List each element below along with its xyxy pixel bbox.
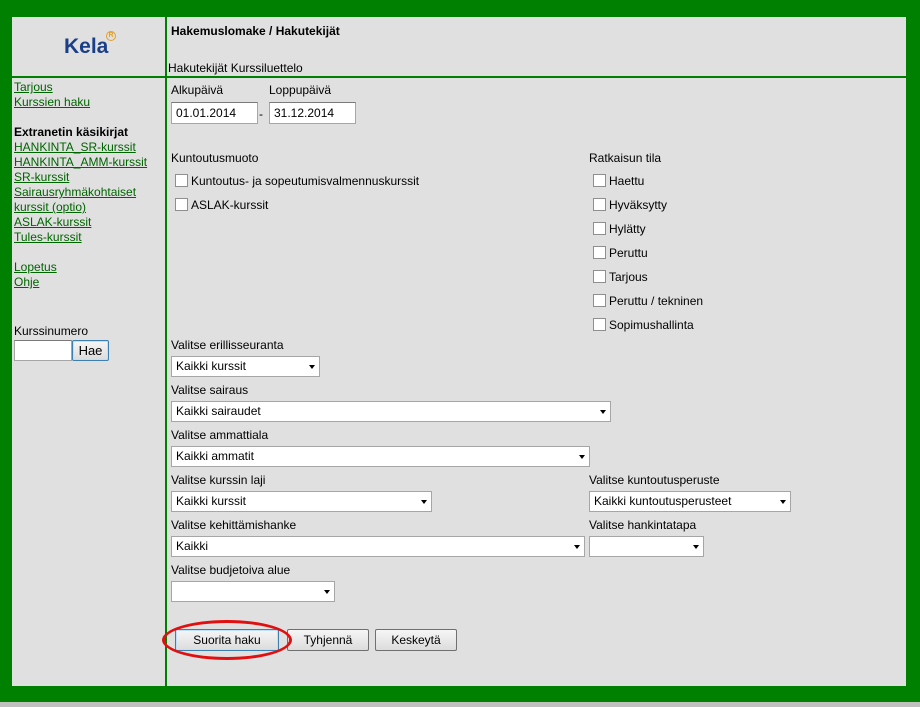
sidebar-link-hankinta-amm[interactable]: HANKINTA_AMM-kurssit (14, 155, 147, 169)
course-type-select[interactable]: Kaikki kurssit (171, 491, 432, 512)
registered-icon: R (106, 31, 116, 41)
chevron-down-icon (309, 365, 315, 369)
start-date-input[interactable] (171, 102, 258, 124)
date-separator: - (259, 107, 263, 121)
budget-select[interactable] (171, 581, 335, 602)
checkbox-sopimushallinta[interactable] (593, 318, 606, 331)
sidebar-link-aslak[interactable]: ASLAK-kurssit (14, 215, 91, 229)
sidebar-heading-manuals: Extranetin käsikirjat (14, 125, 129, 139)
search-button[interactable]: Suorita haku (175, 629, 279, 651)
chevron-down-icon (574, 545, 580, 549)
sidebar-link-sairausryhma-optio[interactable]: kurssit (optio) (14, 200, 86, 214)
start-date-label: Alkupäivä (171, 83, 224, 97)
decision-state-label: Ratkaisun tila (589, 151, 662, 165)
checkbox-sopimushallinta-label: Sopimushallinta (609, 318, 694, 332)
followup-value: Kaikki kurssit (176, 359, 247, 373)
checkbox-kuntoutus-label: Kuntoutus- ja sopeutumisvalmennuskurssit (191, 174, 420, 188)
illness-select[interactable]: Kaikki sairaudet (171, 401, 611, 422)
checkbox-peruttu[interactable] (593, 246, 606, 259)
course-type-value: Kaikki kurssit (176, 494, 247, 508)
sidebar-link-kurssien-haku[interactable]: Kurssien haku (14, 95, 90, 109)
sidebar-link-hankinta-sr[interactable]: HANKINTA_SR-kurssit (14, 140, 136, 154)
checkbox-aslak[interactable] (175, 198, 188, 211)
sidebar-link-lopetus[interactable]: Lopetus (14, 260, 57, 274)
end-date-input[interactable] (269, 102, 356, 124)
bottom-strip (0, 702, 920, 707)
course-number-input[interactable] (14, 340, 72, 361)
chevron-down-icon (579, 455, 585, 459)
clear-button[interactable]: Tyhjennä (287, 629, 369, 651)
checkbox-hylatty[interactable] (593, 222, 606, 235)
procurement-select[interactable] (589, 536, 704, 557)
hae-button[interactable]: Hae (72, 340, 109, 361)
profession-value: Kaikki ammatit (176, 449, 255, 463)
chevron-down-icon (600, 410, 606, 414)
budget-label: Valitse budjetoiva alue (171, 563, 291, 577)
search-form: Alkupäivä Loppupäivä - Kuntoutusmuoto Ku… (162, 78, 906, 686)
logo-cell: Kela R (12, 17, 165, 76)
sidebar-link-ohje[interactable]: Ohje (14, 275, 39, 289)
end-date-label: Loppupäivä (269, 83, 332, 97)
course-number-label: Kurssinumero (14, 324, 89, 338)
development-select[interactable]: Kaikki (171, 536, 585, 557)
sidebar: Tarjous Kurssien haku Extranetin käsikir… (12, 78, 165, 686)
checkbox-haettu-label: Haettu (609, 174, 645, 188)
rehab-type-label: Kuntoutusmuoto (171, 151, 259, 165)
checkbox-tarjous[interactable] (593, 270, 606, 283)
followup-label: Valitse erillisseuranta (171, 338, 284, 352)
course-type-label: Valitse kurssin laji (171, 473, 266, 487)
rehab-basis-label: Valitse kuntoutusperuste (589, 473, 720, 487)
breadcrumb: Hakutekijät Kurssiluettelo (168, 61, 303, 75)
profession-label: Valitse ammattiala (171, 428, 269, 442)
chevron-down-icon (324, 590, 330, 594)
checkbox-haettu[interactable] (593, 174, 606, 187)
kela-logo: Kela (64, 35, 109, 58)
chevron-down-icon (693, 545, 699, 549)
checkbox-tarjous-label: Tarjous (609, 270, 648, 284)
checkbox-peruttu-tekninen[interactable] (593, 294, 606, 307)
checkbox-peruttu-tekninen-label: Peruttu / tekninen (609, 294, 704, 308)
illness-value: Kaikki sairaudet (176, 404, 261, 418)
cancel-button[interactable]: Keskeytä (375, 629, 457, 651)
procurement-label: Valitse hankintatapa (589, 518, 697, 532)
development-value: Kaikki (176, 539, 209, 553)
sidebar-link-tules[interactable]: Tules-kurssit (14, 230, 82, 244)
checkbox-aslak-label: ASLAK-kurssit (191, 198, 269, 212)
development-label: Valitse kehittämishanke (171, 518, 297, 532)
sidebar-link-sairausryhma[interactable]: Sairausryhmäkohtaiset (14, 185, 136, 199)
rehab-basis-select[interactable]: Kaikki kuntoutusperusteet (589, 491, 791, 512)
checkbox-hyvaksytty[interactable] (593, 198, 606, 211)
chevron-down-icon (780, 500, 786, 504)
followup-select[interactable]: Kaikki kurssit (171, 356, 320, 377)
chevron-down-icon (421, 500, 427, 504)
page-title: Hakemuslomake / Hakutekijät (171, 24, 340, 38)
sidebar-link-sr-kurssit[interactable]: SR-kurssit (14, 170, 69, 184)
checkbox-peruttu-label: Peruttu (609, 246, 648, 260)
rehab-basis-value: Kaikki kuntoutusperusteet (594, 494, 732, 508)
checkbox-hyvaksytty-label: Hyväksytty (609, 198, 668, 212)
illness-label: Valitse sairaus (171, 383, 249, 397)
profession-select[interactable]: Kaikki ammatit (171, 446, 590, 467)
checkbox-hylatty-label: Hylätty (609, 222, 646, 236)
sidebar-link-tarjous[interactable]: Tarjous (14, 80, 53, 94)
checkbox-kuntoutus[interactable] (175, 174, 188, 187)
header: Hakemuslomake / Hakutekijät Hakutekijät … (167, 17, 906, 76)
